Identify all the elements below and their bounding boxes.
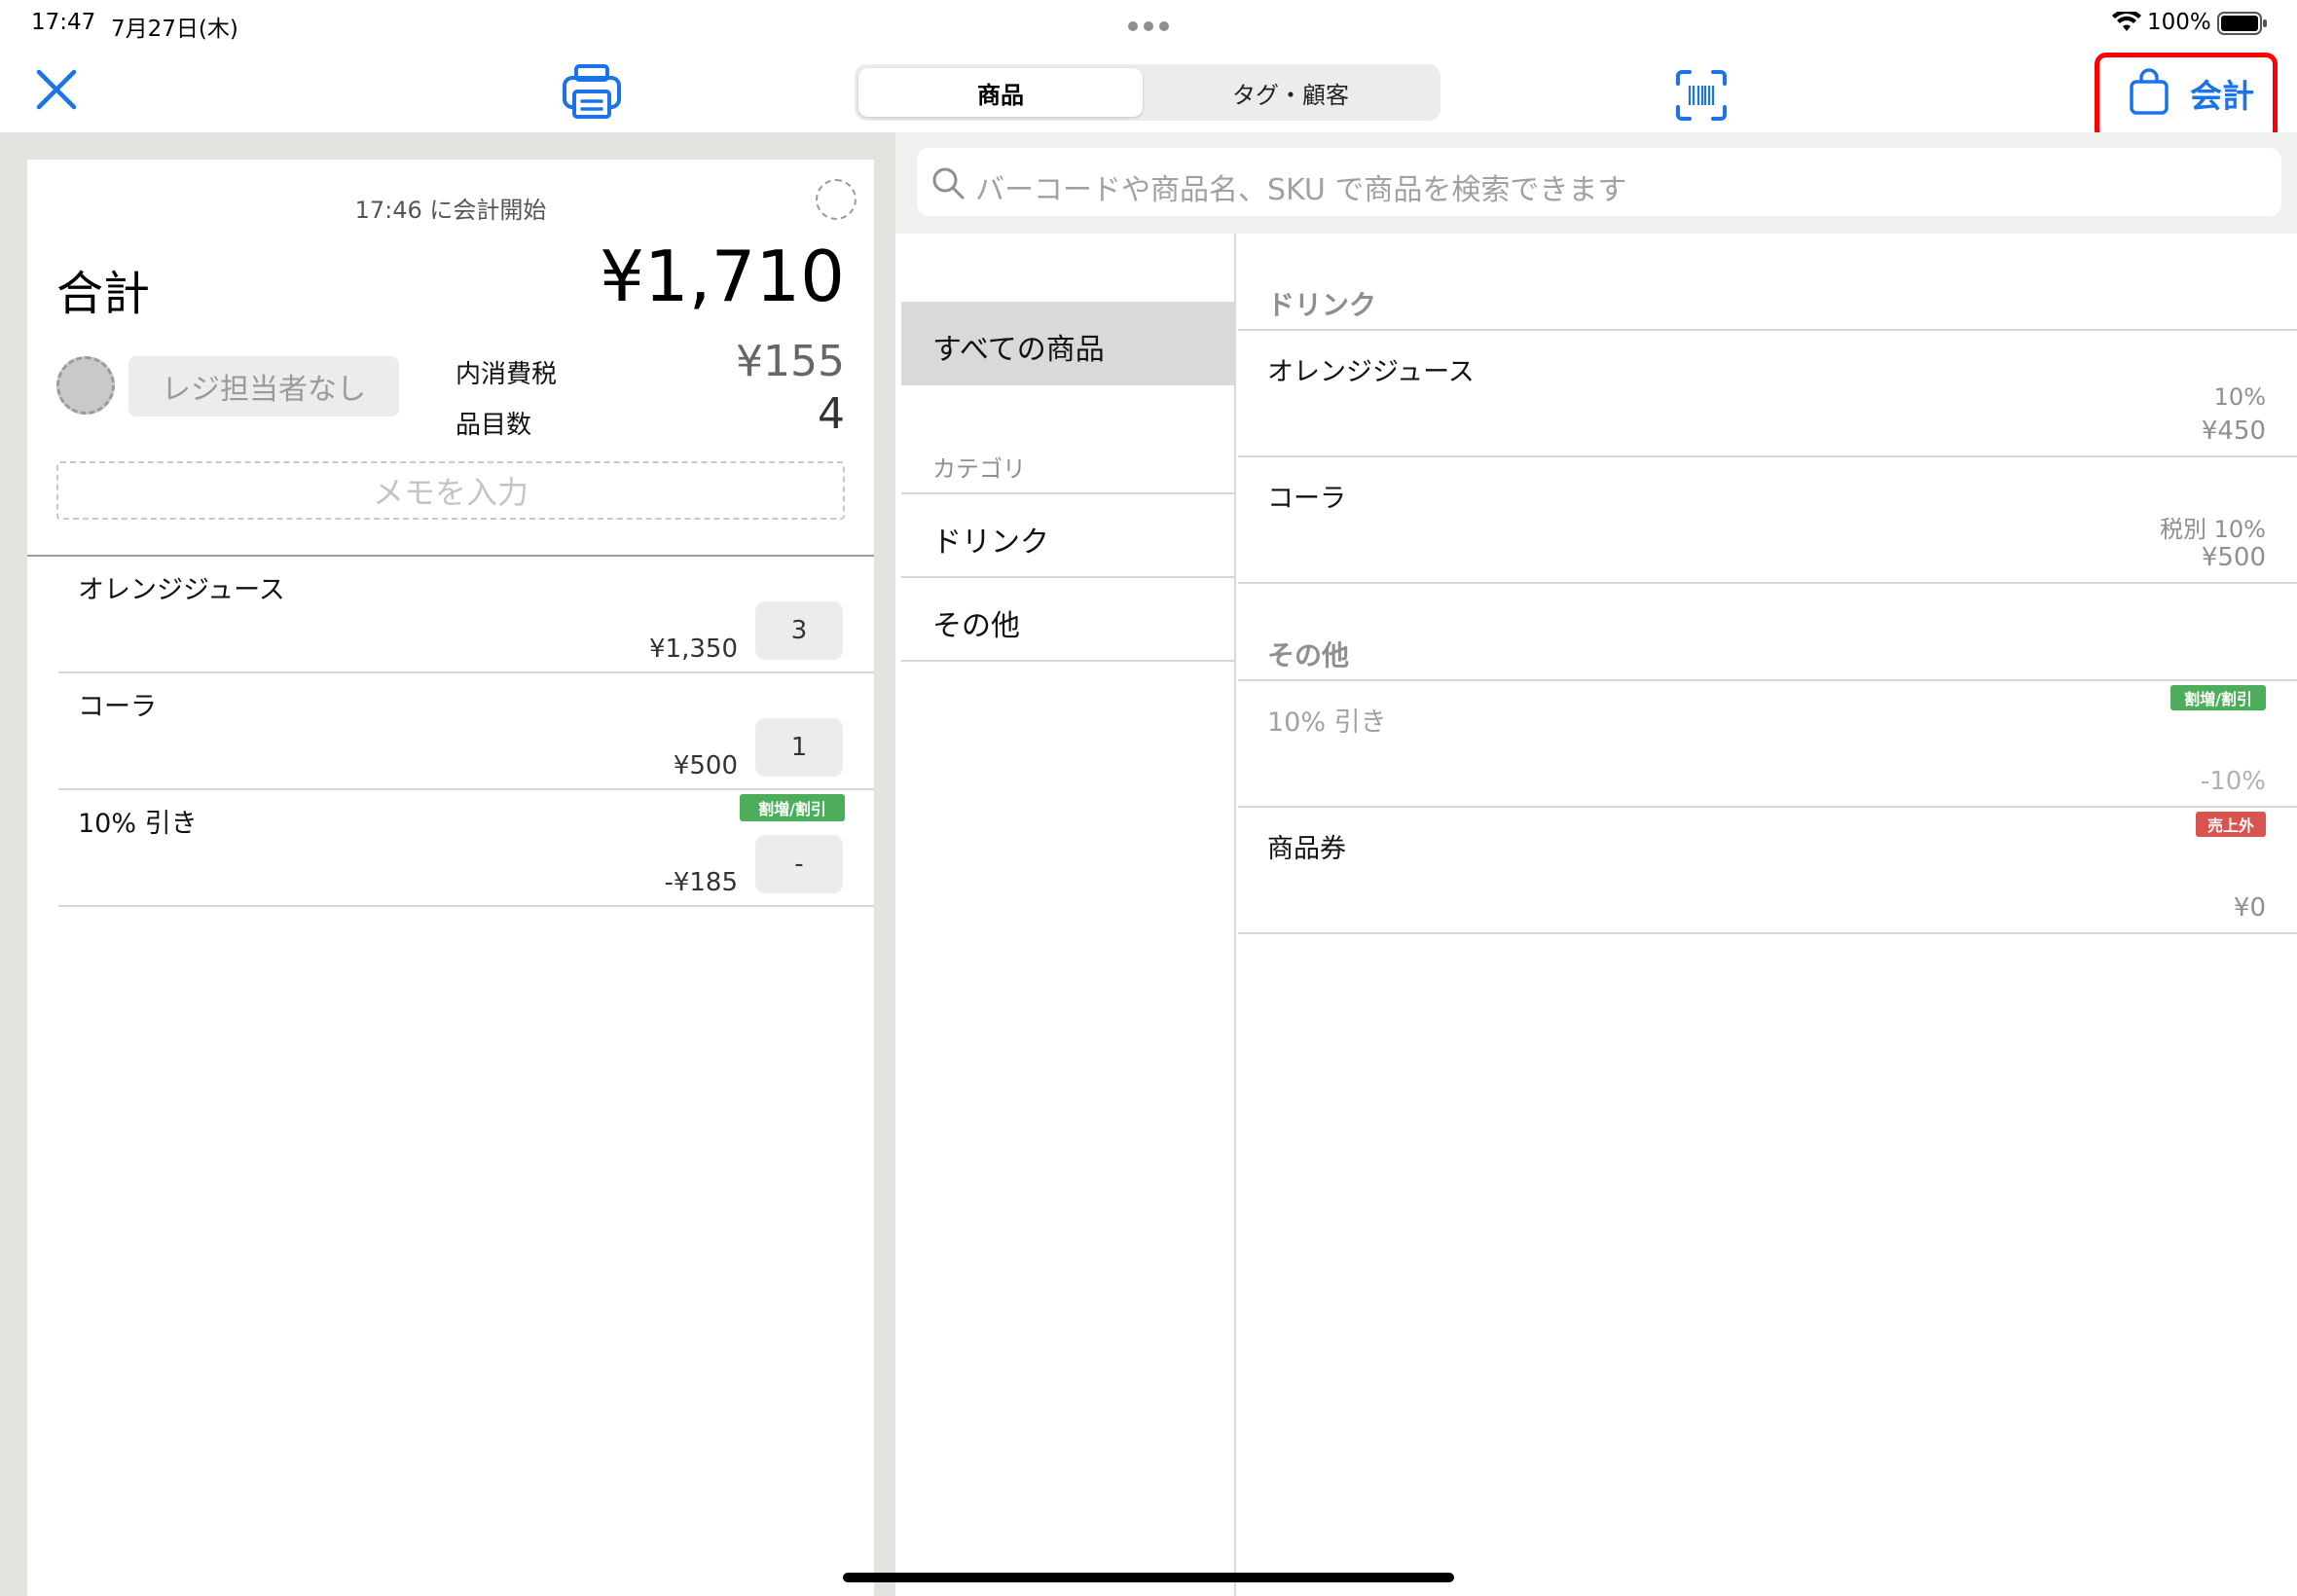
cart-item-price: -¥185: [664, 868, 738, 897]
wifi-icon: [2112, 9, 2141, 33]
product-item[interactable]: オレンジジュース 10% ¥450: [1238, 331, 2297, 455]
barcode-scan-icon[interactable]: [1674, 68, 1729, 123]
category-label: すべての商品: [932, 333, 1105, 367]
row-divider: [58, 905, 874, 907]
memo-input[interactable]: メモを入力: [56, 461, 845, 520]
cart-item-name: コーラ: [78, 692, 157, 722]
shopping-bag-icon[interactable]: [2128, 68, 2170, 115]
product-price: ¥450: [2201, 417, 2266, 446]
cart-item-price: ¥500: [673, 751, 738, 780]
checkout-start-time: 17:46 に会計開始: [354, 197, 547, 224]
product-item[interactable]: 売上外 商品券 ¥0: [1238, 808, 2297, 932]
product-item[interactable]: 割増/割引 10% 引き -10%: [1238, 681, 2297, 806]
discount-badge: 割増/割引: [740, 794, 845, 821]
product-group-title: その他: [1267, 639, 1350, 671]
category-list: すべての商品 カテゴリ ドリンク その他: [901, 234, 1236, 1596]
staff-select-button[interactable]: レジ担当者なし: [128, 356, 399, 417]
category-item-all[interactable]: すべての商品: [901, 302, 1234, 385]
tax-label: 内消費税: [456, 360, 558, 389]
non-sales-badge: 売上外: [2196, 812, 2266, 837]
product-tax: 税別 10%: [2160, 516, 2266, 543]
total-label: 合計: [56, 267, 151, 321]
close-icon[interactable]: [33, 66, 80, 113]
total-value: ¥1,710: [600, 236, 845, 317]
category-label: ドリンク: [932, 526, 1049, 560]
product-tax: 10%: [2213, 383, 2266, 411]
battery-icon: [2217, 12, 2268, 35]
category-section-label: カテゴリ: [932, 455, 1026, 483]
product-name: コーラ: [1267, 484, 1346, 514]
product-name: オレンジジュース: [1267, 357, 1475, 387]
status-time: 17:47: [31, 10, 96, 35]
item-count-value: 4: [818, 389, 845, 439]
search-icon: [930, 165, 966, 200]
printer-icon[interactable]: [561, 60, 623, 123]
product-price: ¥500: [2201, 543, 2266, 572]
product-price: -10%: [2200, 767, 2266, 796]
item-count-label: 品目数: [456, 411, 532, 440]
cart-panel: 17:46 に会計開始 合計 ¥1,710 レジ担当者なし 内消費税 ¥155 …: [27, 160, 874, 1596]
cart-item-name: 10% 引き: [78, 809, 198, 839]
product-name: 商品券: [1267, 834, 1346, 864]
status-bar: 17:47 7月27日(木) 100%: [0, 0, 2297, 47]
cart-item-qty[interactable]: 1: [755, 718, 843, 777]
category-label: その他: [932, 609, 1020, 643]
tab-products[interactable]: 商品: [858, 68, 1143, 117]
customer-avatar-placeholder[interactable]: [816, 179, 857, 220]
search-input[interactable]: バーコードや商品名、SKU で商品を検索できます: [975, 165, 1626, 208]
divider: [1238, 582, 2297, 584]
category-item-other[interactable]: その他: [901, 578, 1234, 660]
search-field[interactable]: バーコードや商品名、SKU で商品を検索できます: [917, 148, 2281, 216]
product-name: 10% 引き: [1267, 707, 1387, 738]
product-price: ¥0: [2233, 893, 2266, 923]
tax-value: ¥155: [736, 337, 845, 386]
cart-item-qty[interactable]: 3: [755, 601, 843, 660]
divider: [901, 660, 1234, 662]
tab-tags-customers[interactable]: タグ・顧客: [1145, 68, 1437, 117]
product-list: ドリンク オレンジジュース 10% ¥450 コーラ 税別 10% ¥500 そ…: [1238, 234, 2297, 1596]
divider: [1238, 932, 2297, 934]
cart-item-qty[interactable]: -: [755, 835, 843, 893]
category-item-drink[interactable]: ドリンク: [901, 494, 1234, 576]
cart-row[interactable]: オレンジジュース ¥1,350 3: [27, 557, 874, 673]
cart-item-price: ¥1,350: [649, 635, 738, 664]
multitasking-dots-icon[interactable]: [1127, 18, 1170, 31]
status-date: 7月27日(木): [111, 17, 238, 42]
discount-badge: 割増/割引: [2170, 685, 2266, 710]
battery-percent: 100%: [2147, 10, 2211, 35]
home-indicator: [843, 1573, 1454, 1582]
product-item[interactable]: コーラ 税別 10% ¥500: [1238, 457, 2297, 582]
cart-row[interactable]: コーラ ¥500 1: [27, 673, 874, 790]
checkout-button[interactable]: 会計: [2190, 70, 2254, 117]
product-group-title: ドリンク: [1267, 289, 1377, 321]
cart-row[interactable]: 10% 引き 割増/割引 -¥185 -: [27, 790, 874, 907]
staff-avatar[interactable]: [56, 356, 115, 415]
cart-item-name: オレンジジュース: [78, 575, 285, 605]
